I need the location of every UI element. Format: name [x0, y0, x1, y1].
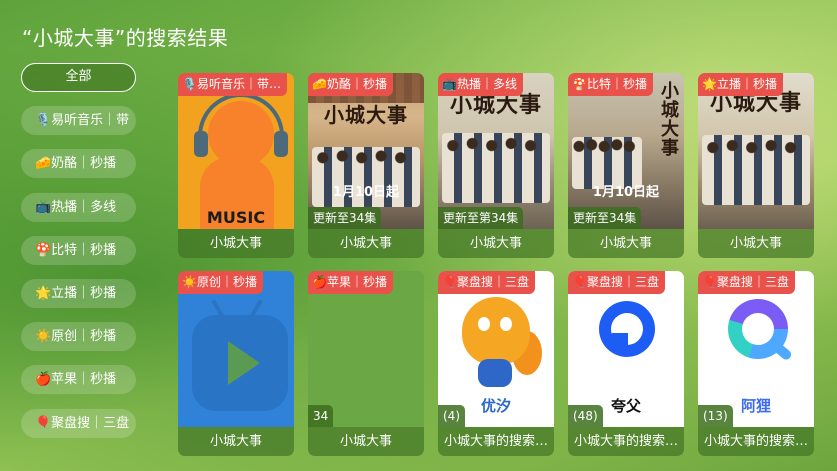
sidebar-item-apple[interactable]: 🍎苹果｜秒播 — [21, 365, 136, 395]
result-card[interactable]: 小城大事 🌟立播｜秒播 小城大事 — [698, 73, 814, 258]
aliyun-logo: 阿狸 — [698, 271, 814, 427]
sidebar-item-jupansou[interactable]: 🎈聚盘搜｜三盘 — [21, 408, 136, 438]
uc-logo: 优汐 — [438, 271, 554, 427]
update-remark: 更新至34集 — [568, 207, 642, 229]
card-title: 小城大事 — [438, 229, 554, 258]
source-badge: ☀️原创｜秒播 — [178, 271, 263, 294]
result-card[interactable]: 小城大事 📺热播｜多线 更新至第34集 小城大事 — [438, 73, 554, 258]
result-card[interactable]: 小城大事 1月10日起 🧀奶酪｜秒播 更新至34集 小城大事 — [308, 73, 424, 258]
page-title: “小城大事”的搜索结果 — [22, 26, 229, 50]
update-remark: 更新至34集 — [308, 207, 382, 229]
source-badge: 🍄比特｜秒播 — [568, 73, 653, 96]
music-icon: MUSIC — [178, 73, 294, 229]
card-title: 小城大事 — [698, 229, 814, 258]
card-title: 小城大事的搜索… — [438, 427, 554, 456]
source-badge: 🎈聚盘搜｜三盘 — [438, 271, 535, 294]
results-grid: MUSIC 🎙️易听音乐｜带… 小城大事 小城大事 1月10日起 🧀奶酪｜秒播 … — [178, 73, 818, 471]
card-title: 小城大事 — [308, 229, 424, 258]
sidebar-item-bite[interactable]: 🍄比特｜秒播 — [21, 235, 136, 265]
card-title: 小城大事 — [308, 427, 424, 456]
drama-poster: 小城大事 1月10日起 — [568, 73, 684, 229]
source-badge: 🎈聚盘搜｜三盘 — [698, 271, 795, 294]
sidebar-item-yuanchuang[interactable]: ☀️原创｜秒播 — [21, 322, 136, 352]
blank-poster — [308, 271, 424, 427]
drama-poster: 小城大事 1月10日起 — [308, 73, 424, 229]
result-count: (4) — [438, 405, 465, 427]
poster-title: 小城大事 — [324, 103, 408, 127]
result-card[interactable]: 小城大事 1月10日起 🍄比特｜秒播 更新至34集 小城大事 — [568, 73, 684, 258]
card-title: 小城大事 — [178, 229, 294, 258]
source-badge: 📺热播｜多线 — [438, 73, 523, 96]
source-badge: 🌟立播｜秒播 — [698, 73, 783, 96]
result-card[interactable]: MUSIC 🎙️易听音乐｜带… 小城大事 — [178, 73, 294, 258]
sidebar-item-yiting-music[interactable]: 🎙️易听音乐｜带 — [21, 106, 136, 136]
card-title: 小城大事 — [178, 427, 294, 456]
quark-logo: 夸父 — [568, 271, 684, 427]
result-count: (13) — [698, 405, 733, 427]
result-card[interactable]: 阿狸 🎈聚盘搜｜三盘 (13) 小城大事的搜索… — [698, 271, 814, 456]
source-badge: 🧀奶酪｜秒播 — [308, 73, 393, 96]
sidebar-item-cheese[interactable]: 🧀奶酪｜秒播 — [21, 149, 136, 179]
result-card[interactable]: 夸父 🎈聚盘搜｜三盘 (48) 小城大事的搜索… — [568, 271, 684, 456]
result-card[interactable]: 优汐 🎈聚盘搜｜三盘 (4) 小城大事的搜索… — [438, 271, 554, 456]
tv-play-icon — [178, 271, 294, 427]
card-title: 小城大事的搜索… — [698, 427, 814, 456]
sidebar-item-rebo[interactable]: 📺热播｜多线 — [21, 192, 136, 222]
sidebar-item-libo[interactable]: 🌟立播｜秒播 — [21, 278, 136, 308]
sidebar-item-all[interactable]: 全部 — [21, 63, 136, 92]
source-badge: 🎙️易听音乐｜带… — [178, 73, 287, 96]
update-remark: 34 — [308, 405, 334, 427]
source-badge: 🍎苹果｜秒播 — [308, 271, 393, 294]
source-sidebar: 全部 🎙️易听音乐｜带 🧀奶酪｜秒播 📺热播｜多线 🍄比特｜秒播 🌟立播｜秒播 … — [21, 63, 136, 471]
card-title: 小城大事的搜索… — [568, 427, 684, 456]
poster-text: MUSIC — [206, 208, 266, 227]
drama-poster: 小城大事 — [438, 73, 554, 229]
drama-poster: 小城大事 — [698, 73, 814, 229]
update-remark: 更新至第34集 — [438, 207, 524, 229]
card-title: 小城大事 — [568, 229, 684, 258]
result-card[interactable]: ☀️原创｜秒播 小城大事 — [178, 271, 294, 456]
result-count: (48) — [568, 405, 603, 427]
result-card[interactable]: 🍎苹果｜秒播 34 小城大事 — [308, 271, 424, 456]
poster-date: 1月10日起 — [332, 185, 400, 200]
poster-date: 1月10日起 — [592, 185, 660, 200]
source-badge: 🎈聚盘搜｜三盘 — [568, 271, 665, 294]
